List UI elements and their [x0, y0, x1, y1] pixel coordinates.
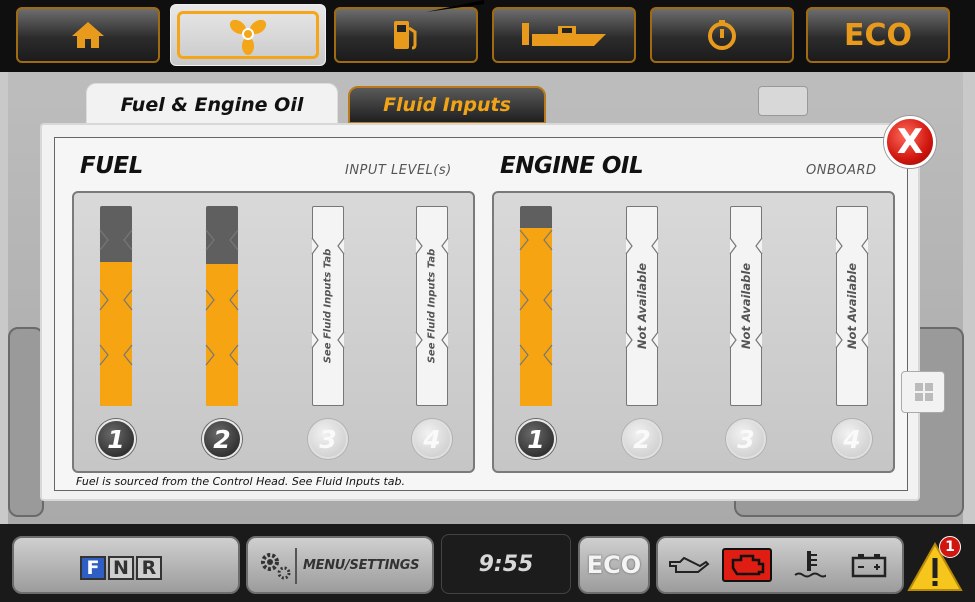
oil-tank-1-badge[interactable]: 1: [516, 419, 556, 459]
fuel-level-1: [100, 262, 132, 406]
tab-fluid-inputs[interactable]: Fluid Inputs: [348, 86, 546, 124]
alert-count-badge: 1: [939, 536, 961, 558]
oil-level-1: [520, 228, 552, 406]
nav-boat-button[interactable]: [492, 7, 636, 63]
fuel-subtitle: INPUT LEVEL(s): [345, 163, 452, 178]
check-engine-icon: [722, 548, 772, 582]
nav-propeller-button[interactable]: [170, 4, 326, 66]
eco-button[interactable]: ECO: [578, 536, 650, 594]
nav-gauge-button[interactable]: [650, 7, 794, 63]
battery-icon: [844, 548, 894, 582]
nav-home-button[interactable]: [16, 7, 160, 63]
oil-tank-3-badge[interactable]: 3: [726, 419, 766, 459]
fuel-tank-1-badge[interactable]: 1: [96, 419, 136, 459]
engine-oil-subtitle: ONBOARD: [806, 163, 877, 178]
fuel-level-2: [206, 264, 238, 406]
alert-button[interactable]: 1: [905, 534, 967, 596]
warning-indicators[interactable]: [656, 536, 904, 594]
fuel-gauge-4-text: See Fluid Inputs Tab: [426, 248, 438, 364]
eco-bottom-label: ECO: [586, 551, 642, 579]
oil-gauge-4-text: Not Available: [845, 262, 859, 350]
oil-gauge-2: Not Available: [626, 206, 658, 406]
fuel-source-note: Fuel is sourced from the Control Head. S…: [76, 475, 405, 488]
tab-label: Fluid Inputs: [383, 94, 511, 116]
boat-icon: [522, 23, 606, 46]
grid-icon: [915, 383, 933, 401]
engine-oil-title: ENGINE OIL: [500, 153, 644, 179]
oil-pressure-icon: [664, 548, 714, 582]
gauge-icon: [708, 20, 736, 50]
fuel-tank-3-badge[interactable]: 3: [308, 419, 348, 459]
oil-gauge-4: Not Available: [836, 206, 868, 406]
background-oil-tab: [758, 86, 808, 116]
background-panel-left: [8, 327, 44, 517]
clock-display: 9:55: [441, 534, 571, 594]
oil-tank-2-badge[interactable]: 2: [622, 419, 662, 459]
fuel-gauge-3-text: See Fluid Inputs Tab: [322, 248, 334, 364]
tab-label: Fuel & Engine Oil: [120, 94, 304, 116]
menu-divider: [295, 548, 297, 584]
oil-gauge-1: [520, 206, 552, 406]
fuel-gauge-3: See Fluid Inputs Tab: [312, 206, 344, 406]
eco-label: ECO: [843, 17, 912, 53]
nav-pointer-icon: [426, 0, 484, 12]
fuel-tank-2-badge[interactable]: 2: [202, 419, 242, 459]
oil-gauge-3-text: Not Available: [739, 262, 753, 350]
gears-icon: [261, 553, 291, 580]
nav-fuel-button[interactable]: [334, 7, 478, 63]
gear-reverse: R: [136, 556, 162, 580]
fuel-title: FUEL: [80, 153, 143, 179]
coolant-temp-icon: [784, 548, 834, 582]
home-icon: [72, 22, 104, 48]
top-nav: ECO: [0, 0, 975, 72]
gear-fnr-indicator[interactable]: F N R: [12, 536, 240, 594]
oil-tank-4-badge[interactable]: 4: [832, 419, 872, 459]
active-frame: [177, 11, 319, 59]
menu-settings-label: MENU/SETTINGS: [303, 558, 420, 573]
fuel-gauge-4: See Fluid Inputs Tab: [416, 206, 448, 406]
oil-gauge-2-text: Not Available: [635, 262, 649, 350]
gear-neutral: N: [108, 556, 134, 580]
fuel-gauge-2: [206, 206, 238, 406]
tab-fuel-engine-oil[interactable]: Fuel & Engine Oil: [86, 83, 338, 127]
grid-view-button[interactable]: [901, 371, 945, 413]
fuel-pump-icon: [394, 21, 417, 50]
close-button[interactable]: X: [884, 116, 936, 168]
oil-gauge-3: Not Available: [730, 206, 762, 406]
fuel-tank-4-badge[interactable]: 4: [412, 419, 452, 459]
clock-time: 9:55: [478, 551, 534, 577]
fuel-gauge-1: [100, 206, 132, 406]
gear-forward: F: [80, 556, 106, 580]
nav-eco-button[interactable]: ECO: [806, 7, 950, 63]
alert-count: 1: [945, 539, 955, 555]
menu-settings-button[interactable]: MENU/SETTINGS: [246, 536, 434, 594]
close-icon: X: [896, 122, 924, 162]
